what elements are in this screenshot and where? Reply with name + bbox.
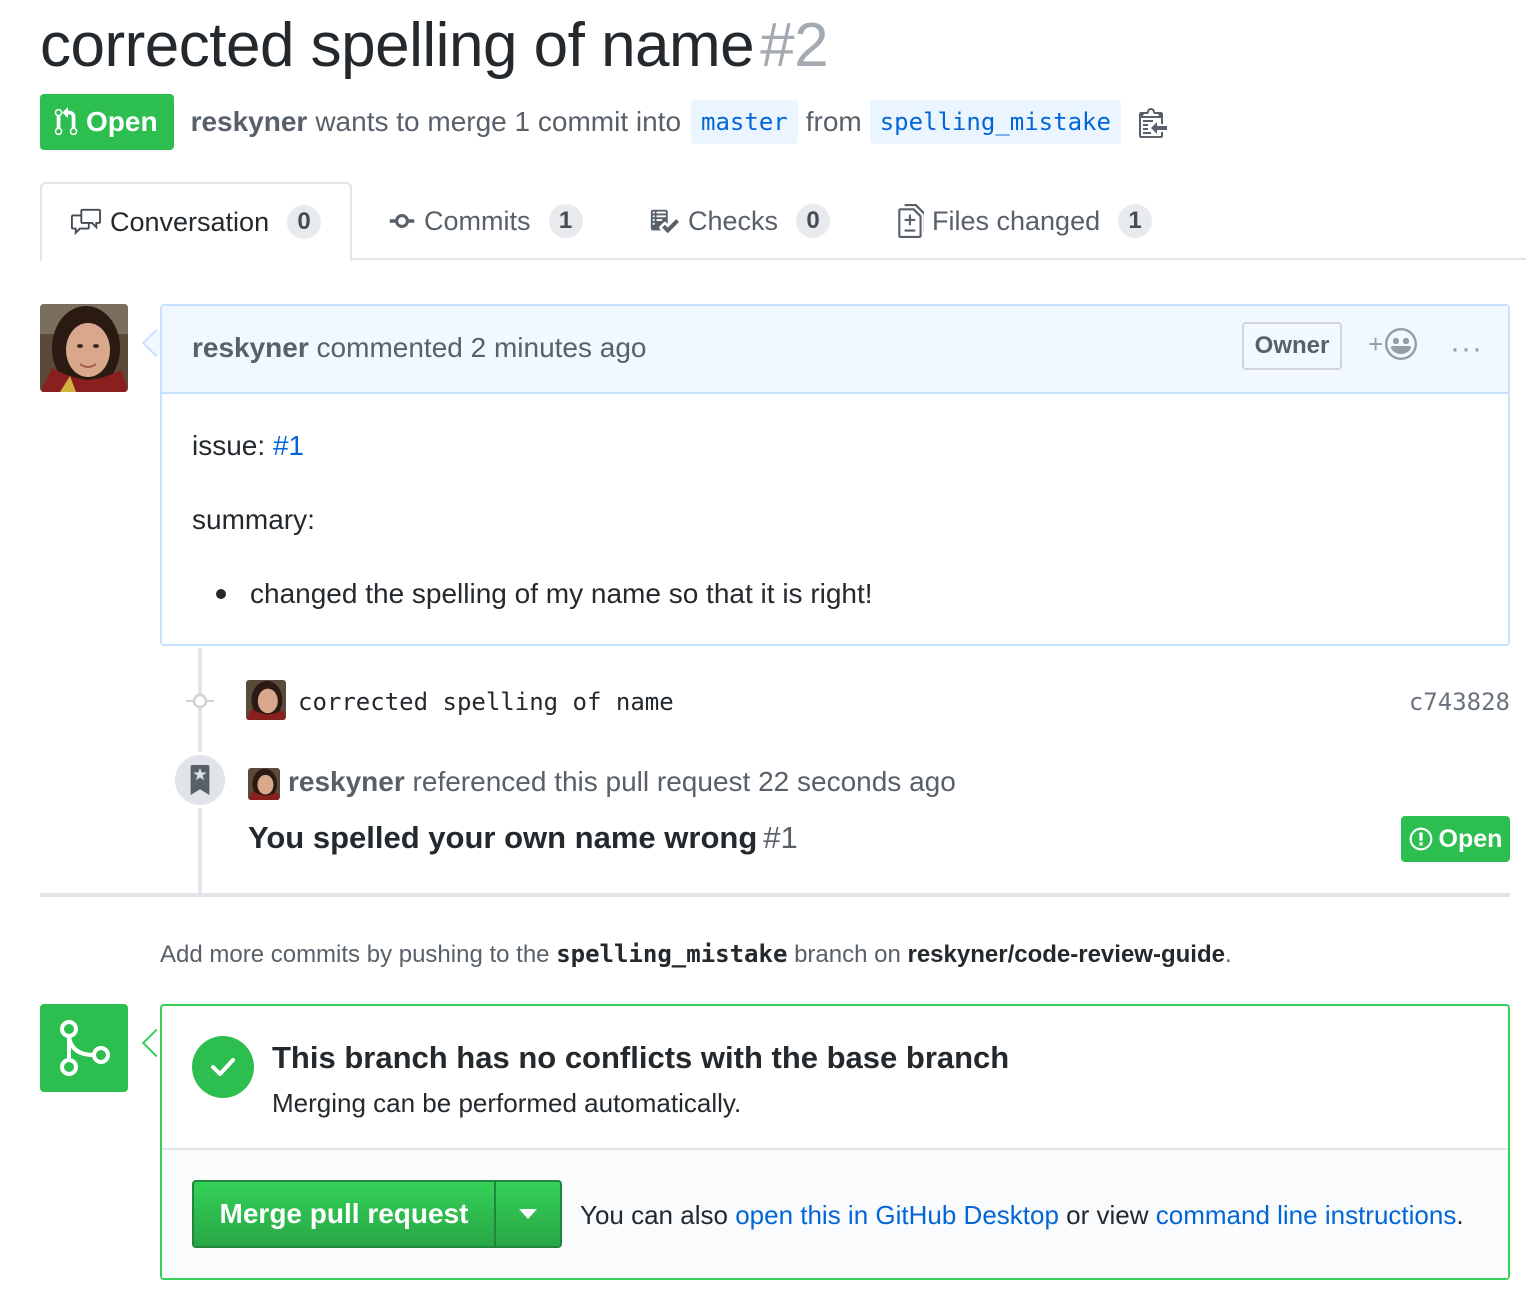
pr-state-label: Open: [86, 106, 158, 137]
tab-label: Files changed: [932, 205, 1101, 236]
triangle-down-icon: [519, 1209, 537, 1219]
tab-label: Checks: [688, 205, 779, 236]
comment-header: reskyner commented 2 minutes ago Owner +…: [162, 306, 1508, 394]
pr-title: corrected spelling of name#2: [40, 10, 829, 81]
merge-actions: Merge pull request You can also open thi…: [162, 1150, 1508, 1278]
commit-author-avatar[interactable]: [246, 680, 286, 720]
comment-timestamp: commented 2 minutes ago: [316, 332, 647, 363]
tab-counter: 0: [287, 205, 322, 239]
tab-conversation[interactable]: Conversation 0: [40, 182, 352, 262]
bullet-dot: [216, 589, 226, 599]
reference-author-link[interactable]: reskyner: [288, 766, 405, 797]
bookmark-icon: [189, 765, 211, 795]
merge-method-dropdown-button[interactable]: [496, 1182, 560, 1246]
list-item: changed the spelling of my name so that …: [216, 578, 873, 610]
git-merge-icon: [40, 1004, 128, 1092]
merge-pull-request-button[interactable]: Merge pull request: [194, 1182, 496, 1246]
merge-alt-suffix: .: [1456, 1200, 1464, 1230]
summary-label: summary:: [192, 504, 315, 535]
referenced-issue: You spelled your own name wrong #1: [248, 820, 798, 856]
tab-counter: 1: [548, 204, 583, 238]
comment-box: reskyner commented 2 minutes ago Owner +…: [160, 304, 1510, 646]
pr-author-link[interactable]: reskyner: [191, 106, 308, 138]
merge-status: This branch has no conflicts with the ba…: [162, 1006, 1508, 1150]
merge-alt-prefix: You can also: [580, 1200, 728, 1230]
merge-alternatives: You can also open this in GitHub Desktop…: [580, 1200, 1464, 1231]
base-branch-label[interactable]: master: [691, 100, 798, 144]
timeline-commit: corrected spelling of name c743828: [160, 676, 1510, 726]
referenced-issue-number: #1: [763, 820, 798, 855]
git-commit-icon: [388, 207, 416, 235]
tab-commits[interactable]: Commits 1: [388, 182, 583, 260]
comment-meta: reskyner commented 2 minutes ago: [192, 332, 647, 364]
tab-files-changed[interactable]: Files changed 1: [898, 182, 1153, 260]
command-line-instructions-link[interactable]: command line instructions: [1156, 1200, 1457, 1230]
referenced-issue-state-badge: Open: [1401, 816, 1510, 862]
push-hint-middle: branch on: [794, 941, 901, 968]
owner-label: Owner: [1242, 322, 1342, 370]
tab-label: Commits: [424, 205, 531, 236]
pr-state-badge: Open: [40, 94, 174, 150]
merge-status-heading: This branch has no conflicts with the ba…: [272, 1040, 1010, 1075]
issue-opened-icon: [1409, 826, 1433, 852]
git-pull-request-icon: [54, 107, 80, 137]
avatar[interactable]: [40, 304, 128, 392]
merge-alt-middle: or view: [1066, 1200, 1149, 1230]
push-hint-prefix: Add more commits by pushing to the: [160, 941, 550, 968]
smiley-icon: [1385, 328, 1418, 360]
issue-line: issue: #1: [192, 430, 304, 462]
check-icon: [192, 1036, 254, 1098]
referenced-issue-state-label: Open: [1438, 824, 1503, 853]
list-item-text: changed the spelling of my name so that …: [250, 578, 873, 609]
plus-label: +: [1368, 328, 1384, 359]
push-hint-branch: spelling_mistake: [556, 940, 788, 968]
reference-author-avatar[interactable]: [248, 768, 280, 800]
pr-merge-summary: reskyner wants to merge 1 commit into ma…: [191, 100, 1169, 144]
pr-number: #2: [760, 11, 829, 80]
reference-action: referenced this pull request 22 seconds …: [412, 766, 956, 797]
merge-status-subtext: Merging can be performed automatically.: [272, 1088, 742, 1118]
pr-merge-text: wants to merge 1 commit into: [315, 106, 682, 137]
commit-message-link[interactable]: corrected spelling of name: [298, 688, 674, 716]
head-branch-label[interactable]: spelling_mistake: [869, 100, 1121, 144]
comment-discussion-icon: [70, 207, 102, 237]
add-reaction-button[interactable]: +: [1368, 328, 1418, 360]
pr-from-text: from: [805, 106, 862, 137]
push-hint-repo: reskyner/code-review-guide: [907, 941, 1225, 968]
push-hint-suffix: .: [1224, 941, 1232, 968]
merge-box: This branch has no conflicts with the ba…: [160, 1004, 1510, 1280]
open-in-desktop-link[interactable]: open this in GitHub Desktop: [735, 1200, 1059, 1230]
tab-counter: 0: [796, 204, 831, 238]
referenced-issue-title-link[interactable]: You spelled your own name wrong: [248, 820, 757, 855]
comment-options-button[interactable]: ···: [1450, 332, 1483, 366]
checklist-icon: [648, 206, 680, 236]
tab-counter: 1: [1118, 204, 1153, 238]
clipboard-copy-icon[interactable]: [1138, 106, 1169, 138]
pr-meta: Open reskyner wants to merge 1 commit in…: [40, 94, 1169, 150]
diff-icon: [898, 204, 924, 238]
pr-tabs: Conversation 0 Commits 1 Checks 0 Files …: [40, 182, 1526, 262]
comment-author-link[interactable]: reskyner: [192, 332, 309, 363]
tab-label: Conversation: [110, 206, 270, 237]
timeline-divider: [40, 893, 1510, 897]
tab-checks[interactable]: Checks 0: [648, 182, 831, 260]
issue-link[interactable]: #1: [273, 430, 304, 461]
git-commit-icon: [186, 692, 214, 715]
merge-button-group: Merge pull request: [192, 1180, 562, 1248]
commit-sha-link[interactable]: c743828: [1409, 688, 1510, 716]
issue-label: issue:: [192, 430, 266, 461]
bookmark-badge: [172, 752, 228, 808]
pr-title-text: corrected spelling of name: [40, 11, 755, 80]
push-hint: Add more commits by pushing to the spell…: [160, 940, 1232, 969]
reference-event: reskyner referenced this pull request 22…: [288, 766, 956, 798]
